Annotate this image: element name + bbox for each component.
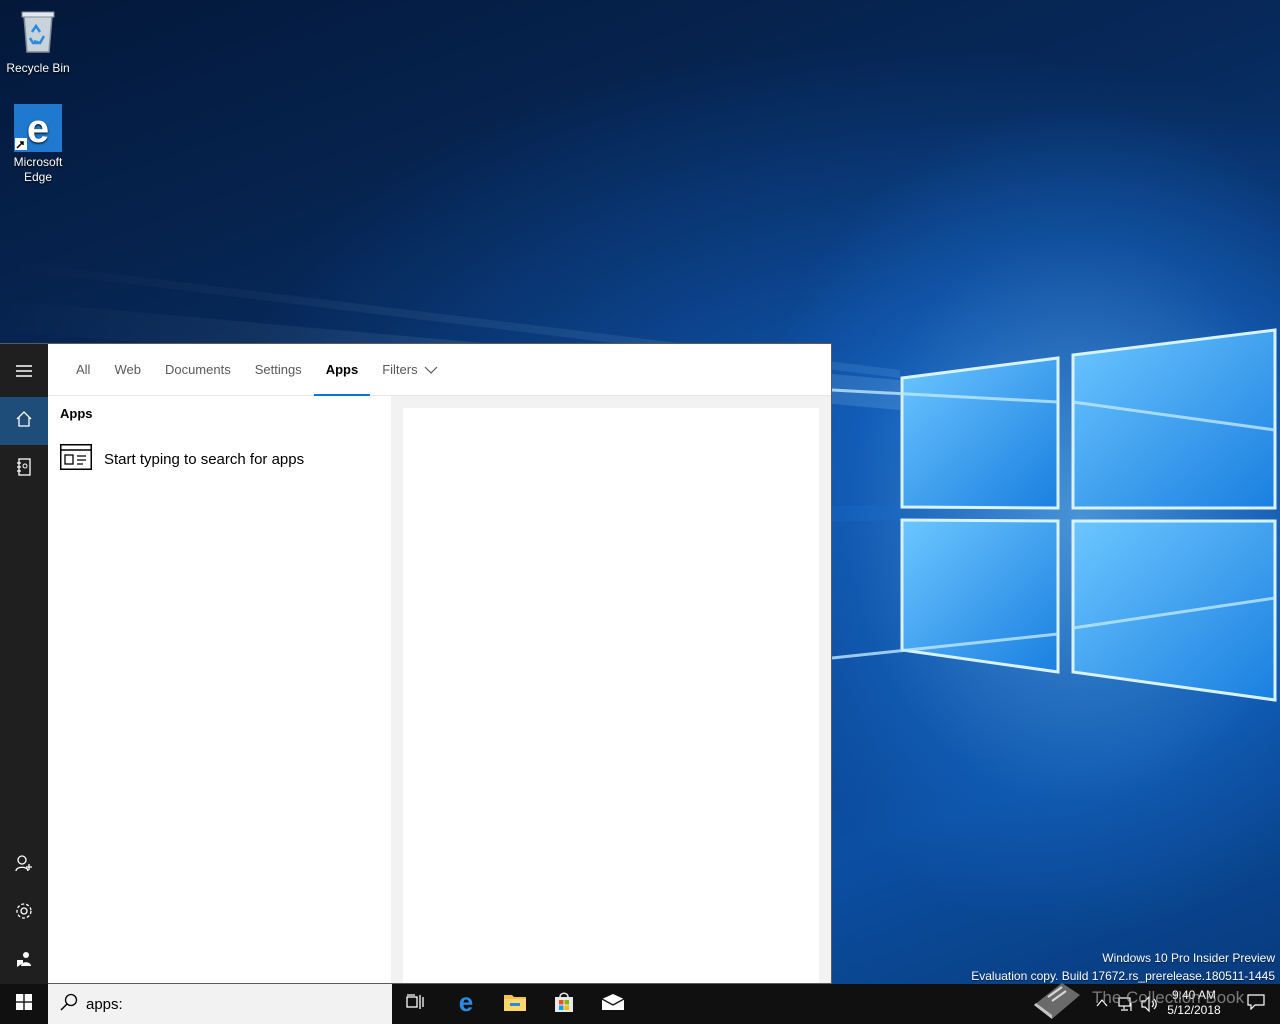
tab-label: Settings: [254, 362, 302, 377]
tab-label: Documents: [164, 362, 231, 377]
hamburger-menu-button[interactable]: [0, 349, 48, 397]
desktop-icon-microsoft-edge[interactable]: e Microsoft Edge: [0, 104, 76, 185]
feedback-icon: [15, 950, 33, 973]
tab-label: All: [76, 362, 91, 377]
search-input[interactable]: [86, 995, 366, 1013]
app-window-icon: [60, 443, 92, 475]
edge-icon: e: [454, 987, 478, 1019]
tab-apps[interactable]: Apps: [313, 344, 371, 397]
task-view-icon: [406, 993, 426, 1015]
feedback-button[interactable]: [0, 937, 48, 985]
book-logo-icon: [1028, 975, 1084, 1024]
person-add-icon: [15, 854, 33, 877]
watermark-line-2: Evaluation copy. Build 17672.rs_prerelea…: [971, 969, 1275, 983]
search-filter-tabs: All Web Documents Settings Apps Filters: [48, 344, 831, 397]
result-item-label: Start typing to search for apps: [104, 450, 305, 468]
desktop-icon-recycle-bin[interactable]: Recycle Bin: [0, 8, 76, 76]
watermark-line-1: Windows 10 Pro Insider Preview: [1102, 951, 1275, 965]
notebook-icon: [16, 457, 32, 481]
tab-web[interactable]: Web: [102, 344, 153, 396]
tab-settings[interactable]: Settings: [243, 344, 314, 396]
results-section-header: Apps: [60, 406, 93, 421]
svg-text:e: e: [27, 107, 49, 151]
search-icon: [60, 993, 78, 1016]
home-icon: [15, 410, 33, 433]
mail-icon: [601, 993, 625, 1016]
file-explorer-button[interactable]: [491, 984, 539, 1024]
hamburger-icon: [15, 364, 33, 383]
notebook-button[interactable]: [0, 445, 48, 493]
start-button[interactable]: [0, 984, 48, 1024]
preview-card: [403, 408, 819, 983]
search-panel: All Web Documents Settings Apps Filters …: [0, 343, 832, 985]
tab-filters[interactable]: Filters: [370, 344, 449, 396]
taskbar-edge-button[interactable]: e: [442, 984, 490, 1024]
result-item[interactable]: Start typing to search for apps: [60, 443, 380, 475]
mail-button[interactable]: [589, 984, 637, 1024]
taskbar: e 9:40 AM 5/12/2018: [0, 984, 1280, 1024]
results-list: Apps Start typing to search for apps: [48, 396, 391, 983]
store-button[interactable]: [540, 984, 588, 1024]
recycle-bin-icon: [0, 8, 76, 58]
tab-documents[interactable]: Documents: [153, 344, 243, 396]
taskbar-search-box[interactable]: [48, 984, 392, 1024]
task-view-button[interactable]: [392, 984, 440, 1024]
svg-text:e: e: [459, 990, 473, 1014]
tab-label: Web: [114, 362, 141, 377]
preview-pane: [391, 396, 831, 983]
windows-logo-icon: [16, 993, 32, 1015]
settings-button[interactable]: [0, 889, 48, 937]
desktop-icon-label: Recycle Bin: [6, 61, 70, 75]
store-icon: [553, 991, 575, 1018]
gear-icon: [15, 902, 33, 925]
account-button[interactable]: [0, 841, 48, 889]
tab-all[interactable]: All: [64, 344, 102, 396]
desktop-icon-label: Microsoft Edge: [13, 155, 63, 184]
edge-icon: e: [14, 104, 62, 152]
notification-icon: [1247, 993, 1265, 1015]
tab-label: Filters: [382, 362, 418, 377]
search-left-rail: [0, 344, 48, 985]
chevron-down-icon: [424, 362, 438, 377]
tab-label: Apps: [325, 362, 359, 377]
home-button[interactable]: [0, 397, 48, 445]
overlay-watermark-text: The Collection Book: [1092, 988, 1245, 1007]
folder-icon: [503, 992, 527, 1017]
